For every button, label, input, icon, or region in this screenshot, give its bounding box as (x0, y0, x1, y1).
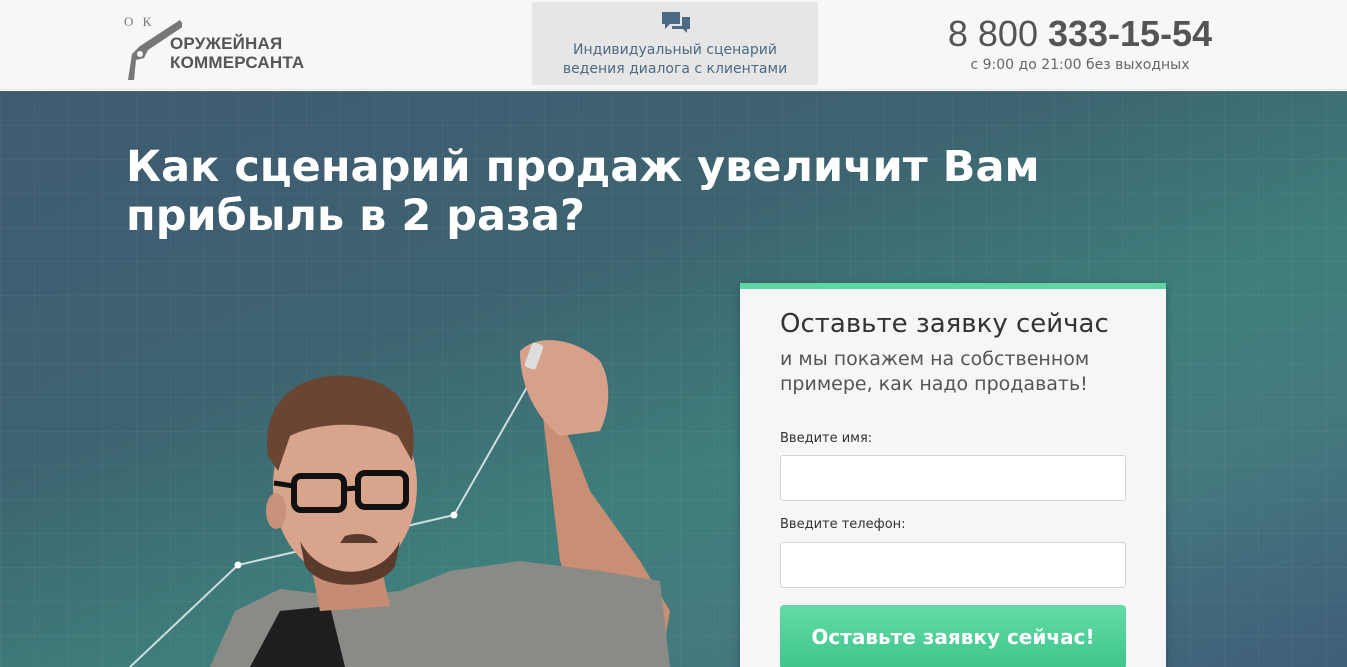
logo-letters: О К (124, 14, 155, 29)
chat-bubbles-icon (662, 12, 690, 33)
phone-main: 333-15-54 (1047, 13, 1213, 54)
header-promo-text: Индивидуальный сценарий ведения диалога … (532, 41, 818, 79)
phone-number[interactable]: 8 800 333-15-54 (900, 14, 1260, 54)
phone-label: Введите телефон: (780, 517, 906, 532)
logo[interactable]: О К ОРУЖЕЙНАЯ КОММЕРСАНТА (122, 14, 332, 84)
name-input[interactable] (780, 455, 1126, 501)
form-subtitle-line-2: примере, как надо продавать! (780, 373, 1088, 395)
submit-request-button[interactable]: Оставьте заявку сейчас! (780, 605, 1126, 667)
header-promo[interactable]: Индивидуальный сценарий ведения диалога … (532, 2, 818, 85)
logo-text: ОРУЖЕЙНАЯ КОММЕРСАНТА (170, 34, 304, 72)
hero-section: Как сценарий продаж увеличит Вам прибыль… (0, 91, 1347, 667)
phone-prefix: 8 800 (947, 13, 1048, 54)
phone-block: 8 800 333-15-54 с 9:00 до 21:00 без выхо… (900, 14, 1260, 74)
name-label: Введите имя: (780, 431, 873, 446)
phone-input[interactable] (780, 542, 1126, 588)
phone-hours: с 9:00 до 21:00 без выходных (970, 57, 1190, 73)
logo-line-1: ОРУЖЕЙНАЯ (170, 34, 283, 53)
site-header: О К ОРУЖЕЙНАЯ КОММЕРСАНТА Индивидуальный… (0, 0, 1347, 90)
logo-line-2: КОММЕРСАНТА (170, 53, 305, 72)
form-subtitle-line-1: и мы покажем на собственном (780, 348, 1090, 370)
man-with-marker-illustration (210, 340, 670, 667)
header-promo-line-2: ведения диалога с клиентами (562, 61, 788, 77)
header-promo-line-1: Индивидуальный сценарий (573, 42, 777, 58)
request-form-card: Оставьте заявку сейчас и мы покажем на с… (740, 283, 1166, 667)
form-title: Оставьте заявку сейчас (780, 309, 1109, 339)
form-subtitle: и мы покажем на собственном примере, как… (780, 347, 1140, 397)
